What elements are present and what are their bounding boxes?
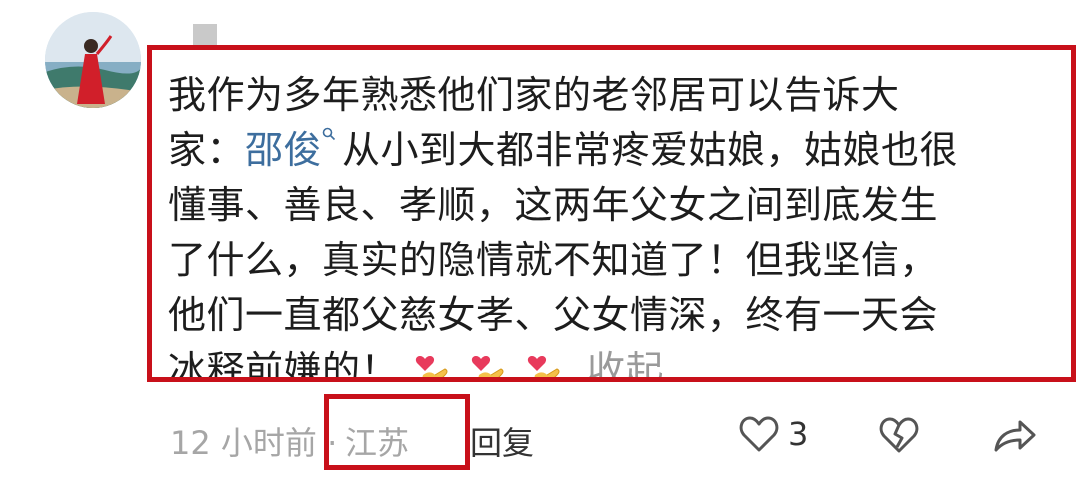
comment-line-6-text: 冰释前嫌的！ — [168, 348, 400, 382]
like-count: 3 — [788, 415, 809, 453]
comment-line-6: 冰释前嫌的！ 收起 — [168, 343, 1068, 382]
avatar[interactable] — [45, 12, 141, 108]
comment-line-2-rest: 从小到大都非常疼爱姑娘，姑娘也很 — [342, 128, 959, 172]
like-button[interactable]: 3 — [738, 414, 808, 454]
reply-button[interactable]: 回复 — [470, 418, 534, 464]
finger-heart-emoji-icon — [471, 355, 504, 377]
dislike-button[interactable] — [878, 414, 920, 464]
comment-body: 我作为多年熟悉他们家的老邻居可以告诉大 家：邵俊 从小到大都非常疼爱姑娘，姑娘也很… — [168, 68, 1068, 382]
comment-footer: 12 小时前 · 江苏 回复 3 — [170, 394, 1050, 470]
avatar-image — [45, 12, 141, 108]
broken-heart-icon — [879, 417, 919, 453]
comment-timestamp: 12 小时前 · — [170, 424, 338, 462]
username-placeholder[interactable] — [193, 24, 217, 46]
share-arrow-icon — [994, 420, 1036, 452]
comment-line-3: 懂事、善良、孝顺，这两年父女之间到底发生 — [168, 183, 939, 227]
finger-heart-emoji-icon — [527, 355, 560, 377]
comment-line-5: 他们一直都父慈女孝、父女情深，终有一天会 — [168, 293, 939, 337]
comment-line-2: 家：邵俊 从小到大都非常疼爱姑娘，姑娘也很 — [168, 123, 1068, 178]
comment-highlight-frame: 我作为多年熟悉他们家的老邻居可以告诉大 家：邵俊 从小到大都非常疼爱姑娘，姑娘也很… — [147, 45, 1076, 382]
finger-heart-emoji-icon — [415, 355, 448, 377]
share-button[interactable] — [992, 414, 1038, 464]
comment-location: 江苏 — [345, 424, 410, 462]
search-icon[interactable] — [322, 127, 336, 141]
comment-line-2-prefix: 家： — [168, 128, 246, 172]
mention-link[interactable]: 邵俊 — [245, 128, 322, 172]
collapse-button[interactable]: 收起 — [587, 348, 664, 377]
comment-line-1: 我作为多年熟悉他们家的老邻居可以告诉大 — [168, 73, 900, 117]
comment-line-4: 了什么，真实的隐情就不知道了！但我坚信， — [168, 238, 939, 282]
heart-icon — [739, 416, 779, 452]
